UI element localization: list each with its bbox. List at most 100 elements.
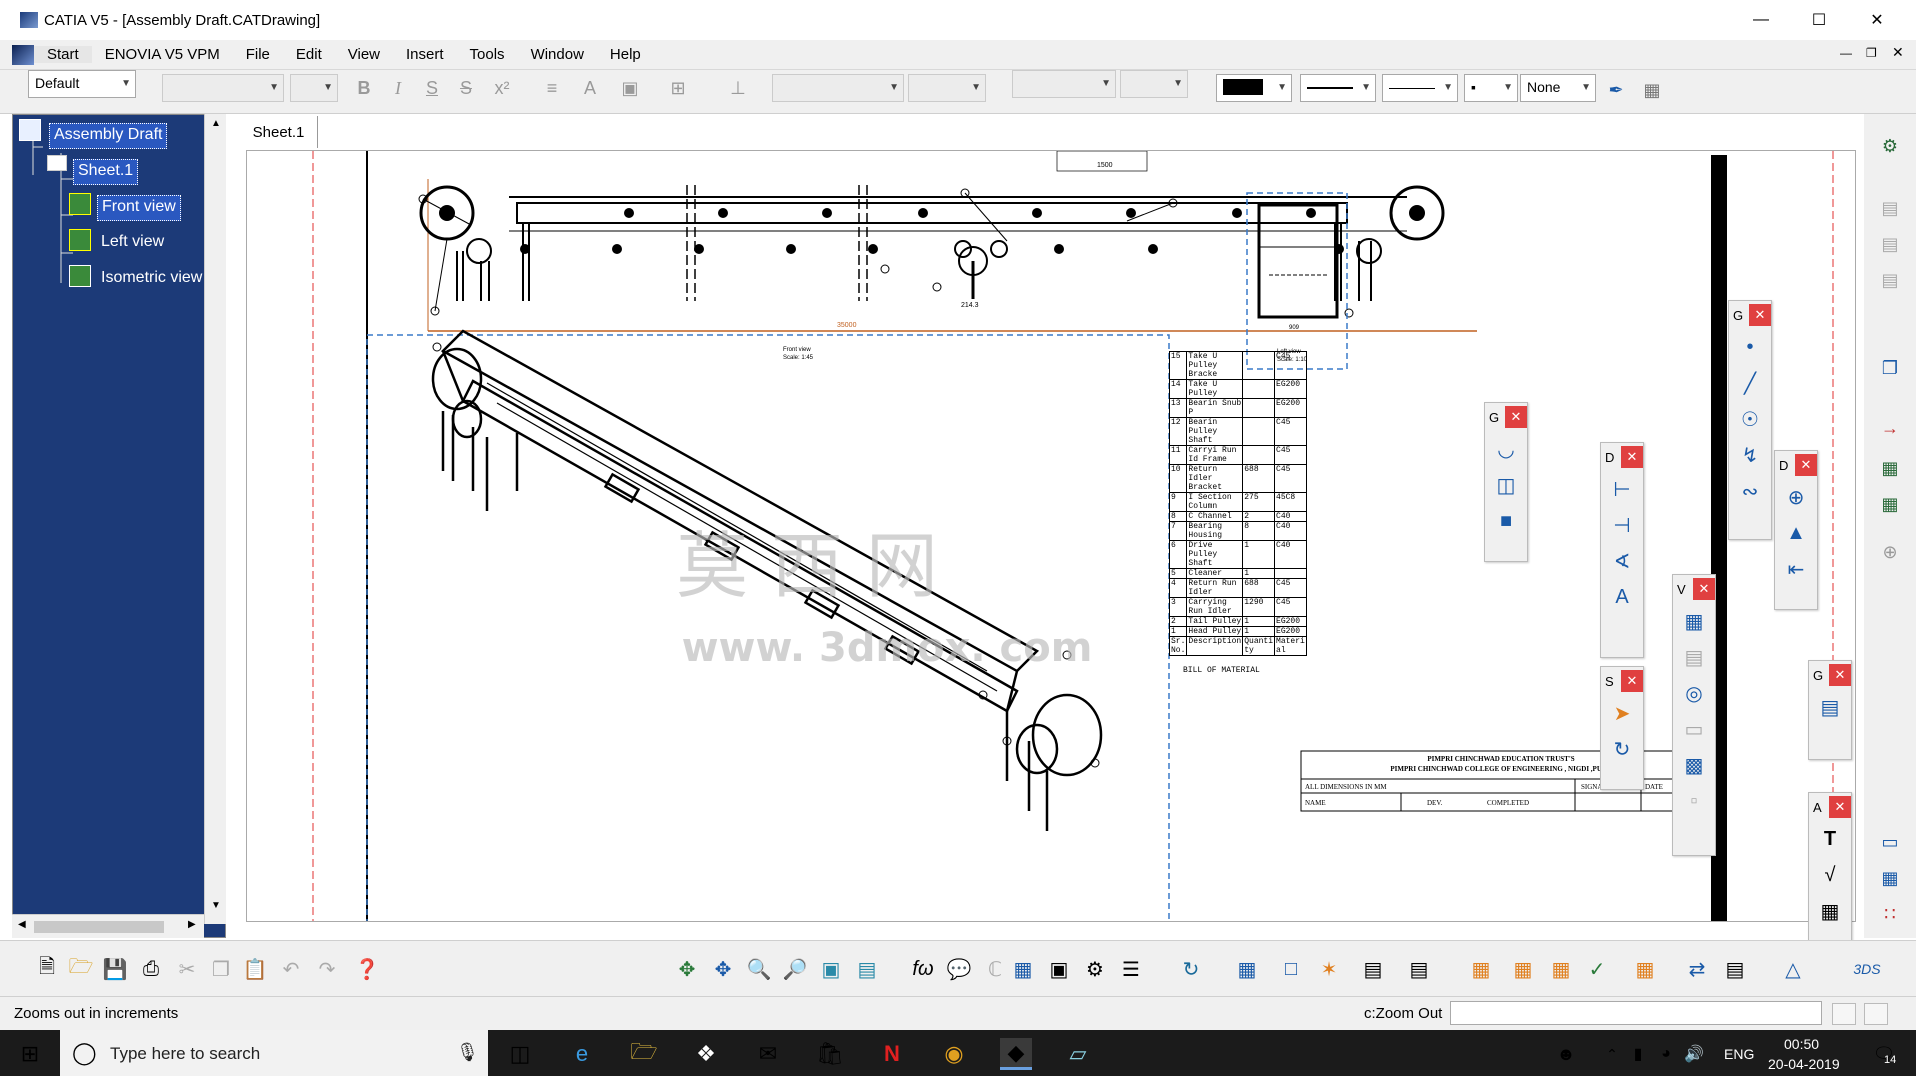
menu-edit[interactable]: Edit	[283, 46, 335, 63]
undo-icon[interactable]: ↶	[276, 954, 306, 984]
clock-time[interactable]: 00:50	[1784, 1036, 1819, 1052]
new-file-icon[interactable]: 🗎	[32, 954, 62, 984]
menu-view[interactable]: View	[335, 46, 393, 63]
rectangle-icon[interactable]: ■	[1485, 503, 1527, 539]
thickness-combo[interactable]: ▼	[1382, 74, 1458, 102]
language-indicator[interactable]: ENG	[1724, 1046, 1754, 1062]
scroll-left-icon[interactable]: ◀	[18, 919, 26, 930]
selection-palette[interactable]: S ✕ ➤ ↻	[1600, 666, 1644, 790]
front-view-icon[interactable]: ▦	[1673, 603, 1715, 639]
store-icon[interactable]: 🛍	[814, 1038, 846, 1070]
catia-taskbar-icon[interactable]: ◆	[1000, 1038, 1032, 1070]
rotate-icon[interactable]: ↻	[1601, 731, 1643, 767]
save-icon[interactable]: 💾	[100, 954, 130, 984]
menu-insert[interactable]: Insert	[393, 46, 457, 63]
generation-palette[interactable]: G ✕ ▤	[1808, 660, 1852, 760]
roughness-symbol-icon[interactable]: √	[1809, 857, 1851, 893]
text-icon[interactable]: A	[1601, 579, 1643, 615]
close-icon[interactable]: ✕	[1693, 578, 1715, 600]
frame-title-block-icon[interactable]: ❐	[1876, 354, 1904, 382]
center-line-icon[interactable]: ⊕	[1775, 479, 1817, 515]
dimension-system-icon[interactable]: ▤	[1358, 954, 1388, 984]
balloon-icon[interactable]: ▦	[1876, 490, 1904, 518]
menu-help[interactable]: Help	[597, 46, 654, 63]
color-coding-icon[interactable]: ▦	[1630, 954, 1660, 984]
normal-view-icon[interactable]: ▤	[852, 954, 882, 984]
update-icon[interactable]: ↻	[1176, 954, 1206, 984]
zoom-area-icon[interactable]: ▣	[816, 954, 846, 984]
view-wizard-icon[interactable]: ▩	[1673, 747, 1715, 783]
background-icon[interactable]: ▤	[1876, 266, 1904, 294]
show-grid-icon[interactable]: ▦	[1466, 954, 1496, 984]
select-arrow-icon[interactable]: ➤	[1601, 695, 1643, 731]
redo-icon[interactable]: ↷	[312, 954, 342, 984]
sheet-tab[interactable]: Sheet.1	[240, 116, 318, 148]
scroll-up-icon[interactable]: ▲	[211, 118, 221, 129]
zoom-out-icon[interactable]: 🔎	[780, 954, 810, 984]
doc-minimize-icon[interactable]: —	[1840, 46, 1852, 60]
tree-isometric-view-node[interactable]: Isometric view	[97, 267, 217, 293]
copy-icon[interactable]: ❐	[206, 954, 236, 984]
command-input[interactable]	[1450, 1001, 1822, 1025]
dimensioning-palette[interactable]: D ✕ ⊢ ⊣ ∢ A	[1600, 442, 1644, 658]
close-icon[interactable]: ✕	[1505, 406, 1527, 428]
formula-icon[interactable]: fω	[908, 954, 938, 984]
arrow-icon[interactable]: ⇤	[1775, 551, 1817, 587]
netflix-icon[interactable]: N	[876, 1038, 908, 1070]
chrome-icon[interactable]: ◉	[938, 1038, 970, 1070]
close-icon[interactable]: ✕	[1621, 670, 1643, 692]
close-icon[interactable]: ✕	[1621, 446, 1643, 468]
scroll-thumb[interactable]	[34, 921, 164, 933]
scroll-right-icon[interactable]: ▶	[188, 919, 196, 930]
detail-sheet-icon[interactable]: ▤	[1876, 230, 1904, 258]
color-combo[interactable]: ▼	[1216, 74, 1292, 102]
file-explorer-icon[interactable]: 🗁	[628, 1038, 660, 1070]
zoom-in-icon[interactable]: 🔍	[744, 954, 774, 984]
tree-front-view-node[interactable]: Front view	[97, 195, 181, 221]
open-folder-icon[interactable]: 🗁	[66, 954, 96, 984]
view-axis-icon[interactable]: ▤	[1720, 954, 1750, 984]
dropbox-icon[interactable]: ❖	[690, 1038, 722, 1070]
close-icon[interactable]: ✕	[1829, 664, 1851, 686]
close-icon[interactable]: ✕	[1749, 304, 1771, 326]
scroll-down-icon[interactable]: ▼	[211, 900, 221, 911]
mail-icon[interactable]: ✉	[752, 1038, 784, 1070]
profile-icon[interactable]: ↯	[1729, 437, 1771, 473]
table-editor-icon[interactable]: ▦	[1008, 954, 1038, 984]
volume-icon[interactable]: 🔊	[1678, 1038, 1710, 1070]
tree-root-node[interactable]: Assembly Draft	[49, 123, 168, 149]
clipping-view-icon[interactable]: ▭	[1673, 711, 1715, 747]
app-taskbar-icon[interactable]: ▱	[1062, 1038, 1094, 1070]
sketch-icon[interactable]: □	[1276, 954, 1306, 984]
tree-vertical-scrollbar[interactable]: ▲ ▼	[204, 114, 226, 924]
grid-icon[interactable]: ▦	[1232, 954, 1262, 984]
catia-menu-icon[interactable]	[12, 44, 34, 65]
snap-icon[interactable]: ∷	[1876, 900, 1904, 928]
style-combo[interactable]: Default ▼	[28, 70, 136, 98]
pattern-combo[interactable]: None ▼	[1520, 74, 1596, 102]
chained-dimension-icon[interactable]: ⊣	[1601, 507, 1643, 543]
linetype-combo[interactable]: ▼	[1300, 74, 1376, 102]
3d-view-icon[interactable]: △	[1778, 954, 1808, 984]
close-icon[interactable]: ✕	[1829, 796, 1851, 818]
design-table-icon[interactable]: ▣	[1044, 954, 1074, 984]
line-icon[interactable]: ╱	[1729, 365, 1771, 401]
microphone-icon[interactable]: 🎙	[456, 1042, 479, 1063]
clock-date[interactable]: 20-04-2019	[1768, 1056, 1840, 1072]
menu-file[interactable]: File	[233, 46, 283, 63]
catalog-icon[interactable]: ⚙	[1080, 954, 1110, 984]
windows-start-icon[interactable]: ⊞	[14, 1038, 46, 1070]
print-icon[interactable]: ⎙	[136, 954, 166, 984]
grid-tool-icon[interactable]: ▦	[1876, 864, 1904, 892]
tree-left-view-node[interactable]: Left view	[97, 231, 168, 257]
table-icon[interactable]: ▦	[1809, 893, 1851, 929]
edge-icon[interactable]: e	[566, 1038, 598, 1070]
doc-close-icon[interactable]: ✕	[1892, 44, 1904, 61]
tree-sheet-node[interactable]: Sheet.1	[73, 159, 139, 185]
status-button-2[interactable]	[1864, 1003, 1888, 1025]
minimize-icon[interactable]: —	[1732, 0, 1790, 40]
circle-icon[interactable]: ☉	[1729, 401, 1771, 437]
dress-up-palette[interactable]: D ✕ ⊕ ▲ ⇤	[1774, 450, 1818, 610]
point-icon[interactable]: •	[1729, 329, 1771, 365]
views-palette[interactable]: V ✕ ▦ ▤ ◎ ▭ ▩ ▫	[1672, 574, 1716, 856]
